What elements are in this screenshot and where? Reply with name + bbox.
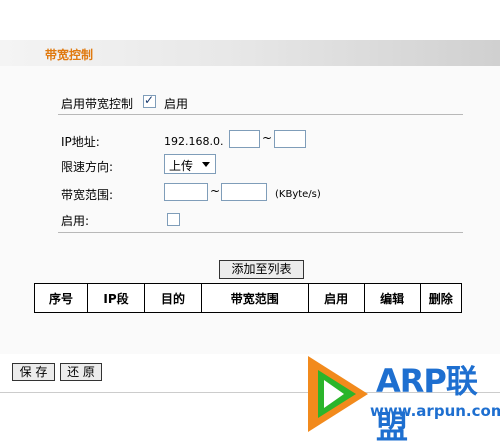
enable-bandwidth-label: 启用带宽控制	[61, 97, 134, 111]
watermark-url: www.arpun.com	[370, 402, 500, 420]
bandwidth-max-input[interactable]	[221, 183, 267, 201]
page-title: 带宽控制	[45, 48, 94, 62]
enable-bandwidth-checkbox-label: 启用	[164, 97, 189, 111]
ip-start-input[interactable]	[229, 130, 260, 148]
restore-button[interactable]: 还 原	[60, 363, 102, 381]
enable-bandwidth-checkbox[interactable]	[143, 93, 156, 108]
rule-list-table: 序号 IP段 目的 带宽范围 启用 编辑 删除	[33, 283, 463, 313]
bandwidth-range-label: 带宽范围:	[61, 188, 114, 202]
divider	[58, 232, 463, 233]
direction-label: 限速方向:	[61, 160, 114, 174]
direction-selected-value: 上传	[169, 159, 194, 173]
direction-select[interactable]: 上传	[164, 154, 216, 174]
column-header-enable: 启用	[307, 283, 365, 313]
rule-enable-checkbox[interactable]	[167, 213, 180, 226]
divider	[58, 114, 463, 115]
add-to-list-button[interactable]: 添加至列表	[219, 260, 304, 279]
ip-range-tilde: ~	[262, 131, 273, 145]
column-header-index: 序号	[33, 283, 89, 313]
ip-end-input[interactable]	[274, 130, 306, 148]
bandwidth-range-tilde: ~	[210, 184, 221, 198]
ip-prefix: 192.168.0.	[164, 135, 224, 148]
bandwidth-min-input[interactable]	[164, 183, 208, 201]
arp-union-watermark: ARP联盟 www.arpun.com	[298, 350, 500, 446]
bandwidth-unit: (KByte/s)	[275, 189, 321, 200]
ip-address-label: IP地址:	[61, 135, 100, 149]
play-logo-icon	[308, 356, 368, 432]
column-header-bandwidth-range: 带宽范围	[200, 283, 309, 313]
column-header-destination: 目的	[144, 283, 202, 313]
column-header-delete: 删除	[419, 283, 463, 313]
table-header-row: 序号 IP段 目的 带宽范围 启用 编辑 删除	[33, 283, 463, 313]
save-button[interactable]: 保 存	[12, 363, 55, 381]
column-header-ip-range: IP段	[87, 283, 145, 313]
rule-enable-label: 启用:	[61, 214, 90, 228]
section-title-bar: 带宽控制	[0, 40, 500, 66]
column-header-edit: 编辑	[363, 283, 421, 313]
chevron-down-icon	[202, 162, 210, 167]
